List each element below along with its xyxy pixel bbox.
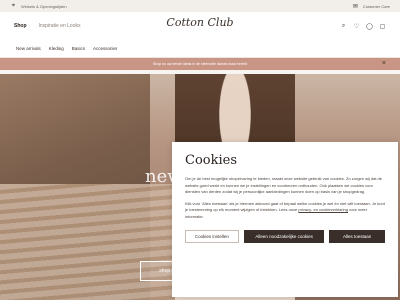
accept-all-button[interactable]: Alles toestaan <box>329 230 385 243</box>
necessary-cookies-button[interactable]: Alleen noodzakelijke cookies <box>243 230 325 243</box>
bag-icon[interactable]: ▢ <box>379 23 386 30</box>
location-pin-icon: ⌖ <box>11 2 16 9</box>
close-icon[interactable]: × <box>382 60 386 67</box>
cookie-paragraph-2: Klik voor 'Alles toestaan' als je hierme… <box>185 201 385 221</box>
main-header: Shop Inspiratie en Looks Cotton Club ⌕ ♡… <box>0 12 400 40</box>
cookie-paragraph-1: Om je de best mogelijke shopervaring te … <box>185 176 382 194</box>
nav-shop[interactable]: Shop <box>14 23 27 29</box>
hero-stairs-image <box>0 184 180 300</box>
nav-basics[interactable]: Basics <box>72 46 85 51</box>
cookie-consent-dialog: Cookies Om je de best mogelijke shoperva… <box>172 142 398 297</box>
heart-icon[interactable]: ♡ <box>353 23 360 30</box>
customer-care-link[interactable]: Customer Care <box>363 4 390 9</box>
chat-icon: ✉ <box>352 3 358 10</box>
user-icon[interactable]: ◯ <box>366 23 373 30</box>
privacy-link[interactable]: privacy- en cookieverklaring <box>298 207 348 212</box>
promo-banner: Shop nu uw eerste ideas in de sfeervolle… <box>0 58 400 70</box>
cookie-settings-button[interactable]: Cookies instellen <box>185 230 239 243</box>
brand-logo[interactable]: Cotton Club <box>166 16 233 29</box>
nav-kleding[interactable]: Kleding <box>49 46 64 51</box>
category-nav: New arrivals Kleding Basics Accessories <box>0 40 400 58</box>
stores-link[interactable]: Winkels & Openingstijden <box>21 4 67 9</box>
cookie-title: Cookies <box>185 153 237 168</box>
promo-text[interactable]: Shop nu uw eerste ideas in de sfeervolle… <box>153 62 247 66</box>
nav-accessories[interactable]: Accessories <box>93 46 117 51</box>
nav-new-arrivals[interactable]: New arrivals <box>16 46 41 51</box>
search-icon[interactable]: ⌕ <box>340 23 347 30</box>
top-utility-bar: ⌖ Winkels & Openingstijden ✉ Customer Ca… <box>0 0 400 12</box>
nav-inspiration[interactable]: Inspiratie en Looks <box>39 23 81 29</box>
